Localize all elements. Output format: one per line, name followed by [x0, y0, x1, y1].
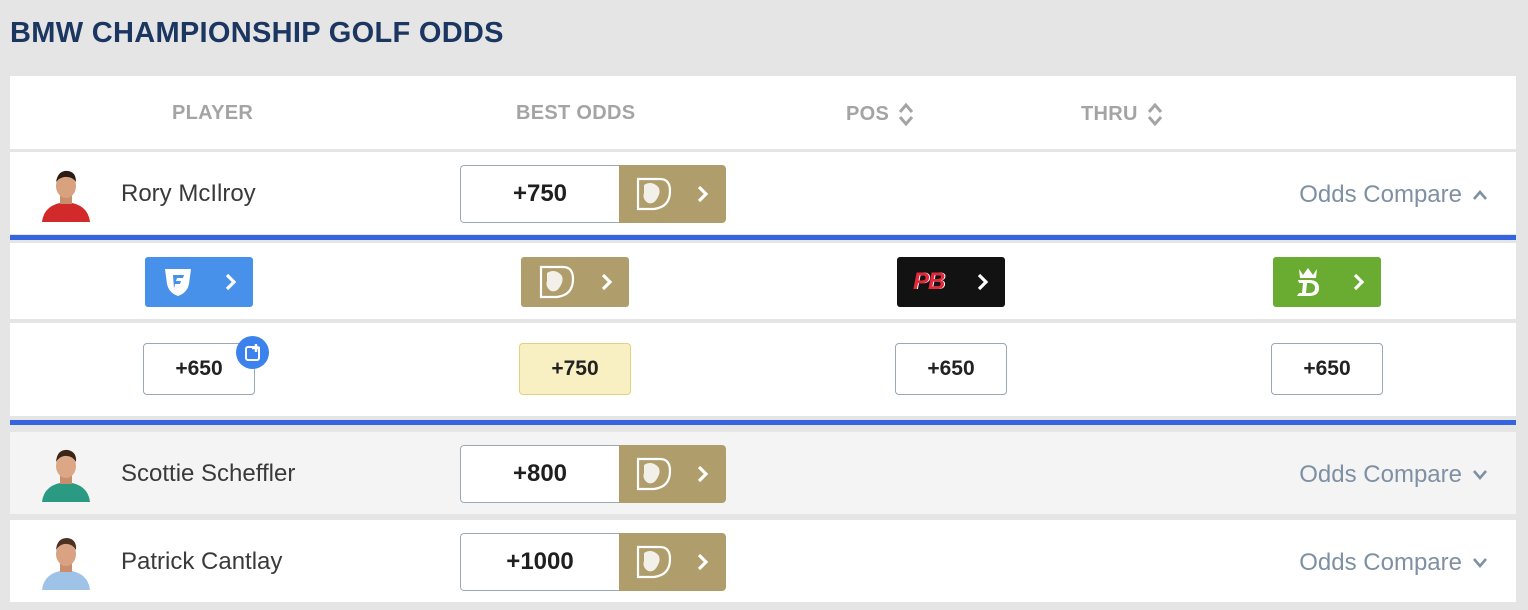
- odds-compare-toggle[interactable]: Odds Compare: [1299, 461, 1488, 489]
- col-header-best-odds: BEST ODDS: [516, 102, 635, 125]
- draftkings-odds-button[interactable]: +650: [1271, 343, 1383, 395]
- betmgm-lion-icon: [539, 265, 575, 299]
- best-odds-value: +1000: [460, 533, 619, 591]
- best-odds-value: +750: [460, 165, 619, 223]
- betmgm-lion-icon: [636, 177, 672, 211]
- betmgm-button[interactable]: [521, 257, 629, 307]
- player-avatar: [42, 538, 90, 590]
- player-name: Patrick Cantlay: [121, 548, 283, 575]
- best-odds-button[interactable]: +800: [460, 445, 726, 503]
- table-header: PLAYER BEST ODDS POS THRU: [10, 76, 1516, 149]
- add-to-betslip-icon[interactable]: [236, 336, 269, 369]
- best-odds-value: +800: [460, 445, 619, 503]
- odds-compare-row: +650 +750 +650 +650: [10, 323, 1516, 416]
- chevron-right-icon: [225, 273, 237, 291]
- sportsbook-row: PB: [10, 243, 1516, 319]
- book-tab: [619, 533, 726, 591]
- player-name: Rory McIlroy: [121, 180, 256, 207]
- player-avatar: [42, 170, 90, 222]
- col-player-label: PLAYER: [172, 102, 254, 124]
- pointsbet-odds-button[interactable]: +650: [895, 343, 1007, 395]
- fanduel-shield-icon: [165, 269, 191, 296]
- col-pos-label: POS: [846, 103, 890, 125]
- col-thru-label: THRU: [1081, 103, 1138, 125]
- pointsbet-logo-icon: PB: [913, 268, 945, 295]
- chevron-right-icon: [697, 465, 709, 483]
- betmgm-lion-icon: [636, 457, 672, 491]
- col-header-player: PLAYER: [172, 102, 253, 125]
- chevron-right-icon: [697, 185, 709, 203]
- player-row: Patrick Cantlay +1000 Odds Compare: [10, 520, 1516, 602]
- expanded-divider: [10, 420, 1516, 425]
- player-avatar: [42, 449, 90, 502]
- best-odds-button[interactable]: +1000: [460, 533, 726, 591]
- expanded-divider: [10, 235, 1516, 240]
- player-row: Scottie Scheffler +800 Odds Compare: [10, 432, 1516, 514]
- chevron-down-icon: [1473, 558, 1487, 568]
- book-tab: [619, 165, 726, 223]
- odds-compare-label: Odds Compare: [1299, 181, 1462, 208]
- draftkings-crown-icon: [1297, 268, 1319, 296]
- fanduel-button[interactable]: [145, 257, 253, 307]
- betmgm-lion-icon: [636, 545, 672, 579]
- odds-compare-toggle[interactable]: Odds Compare: [1299, 549, 1488, 577]
- pointsbet-button[interactable]: PB: [897, 257, 1005, 307]
- book-tab: [619, 445, 726, 503]
- chevron-right-icon: [697, 553, 709, 571]
- sort-icon: [1147, 102, 1163, 127]
- odds-compare-label: Odds Compare: [1299, 549, 1462, 576]
- player-row: Rory McIlroy +750 Odds Compare: [10, 152, 1516, 234]
- chevron-down-icon: [1473, 470, 1487, 480]
- draftkings-button[interactable]: [1273, 257, 1381, 307]
- col-best-odds-label: BEST ODDS: [516, 102, 636, 124]
- odds-compare-toggle[interactable]: Odds Compare: [1299, 181, 1488, 209]
- best-odds-button[interactable]: +750: [460, 165, 726, 223]
- player-name: Scottie Scheffler: [121, 460, 296, 487]
- col-header-thru[interactable]: THRU: [1081, 102, 1163, 127]
- chevron-right-icon: [601, 273, 613, 291]
- chevron-up-icon: [1473, 190, 1487, 200]
- sort-icon: [898, 102, 914, 127]
- chevron-right-icon: [1353, 273, 1365, 291]
- odds-compare-label: Odds Compare: [1299, 461, 1462, 488]
- betmgm-odds-button[interactable]: +750: [519, 343, 631, 395]
- col-header-pos[interactable]: POS: [846, 102, 914, 127]
- chevron-right-icon: [977, 273, 989, 291]
- page-title: BMW CHAMPIONSHIP GOLF ODDS: [10, 17, 504, 49]
